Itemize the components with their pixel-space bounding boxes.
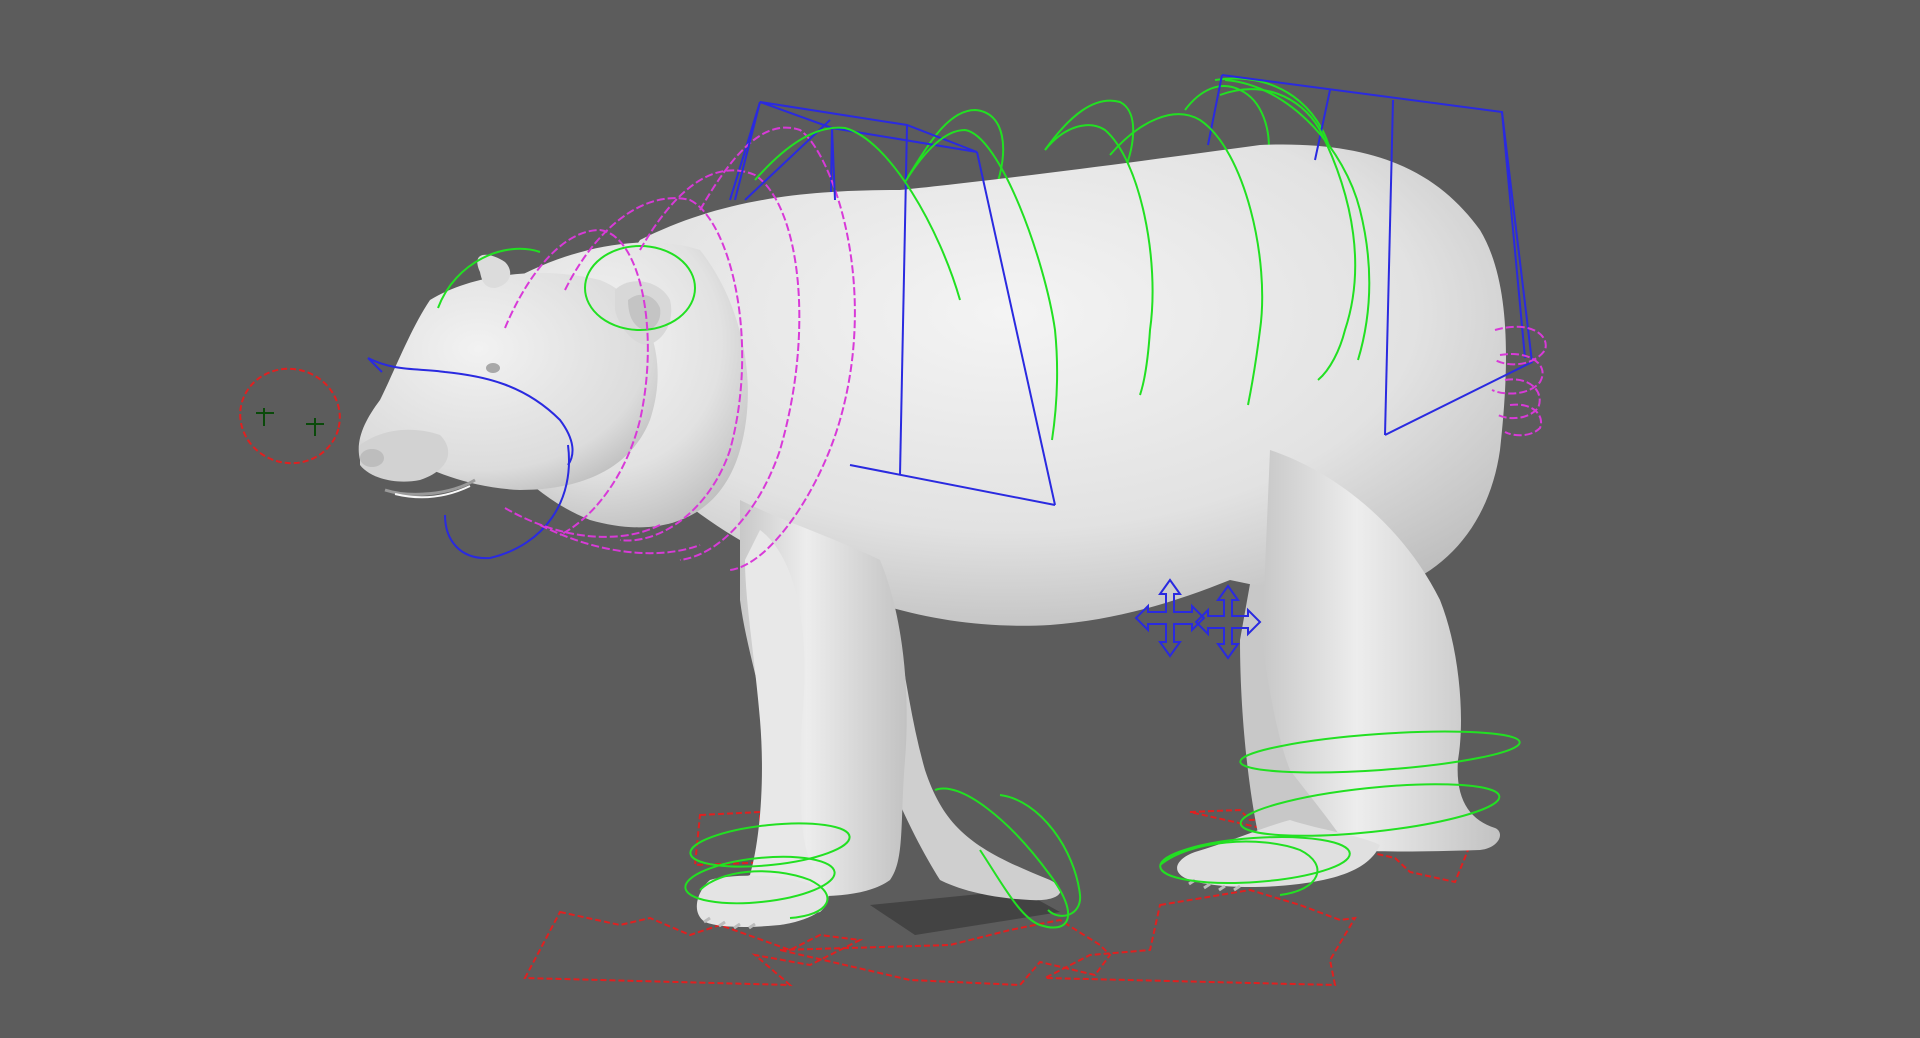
3d-viewport[interactable] [0,0,1920,1038]
eye-aim-control[interactable] [230,358,351,475]
right-eye-target-icon[interactable] [306,418,324,436]
bear-mesh[interactable] [358,144,1506,930]
left-eye-target-icon[interactable] [256,408,274,426]
viewport-canvas[interactable] [0,0,1920,1038]
